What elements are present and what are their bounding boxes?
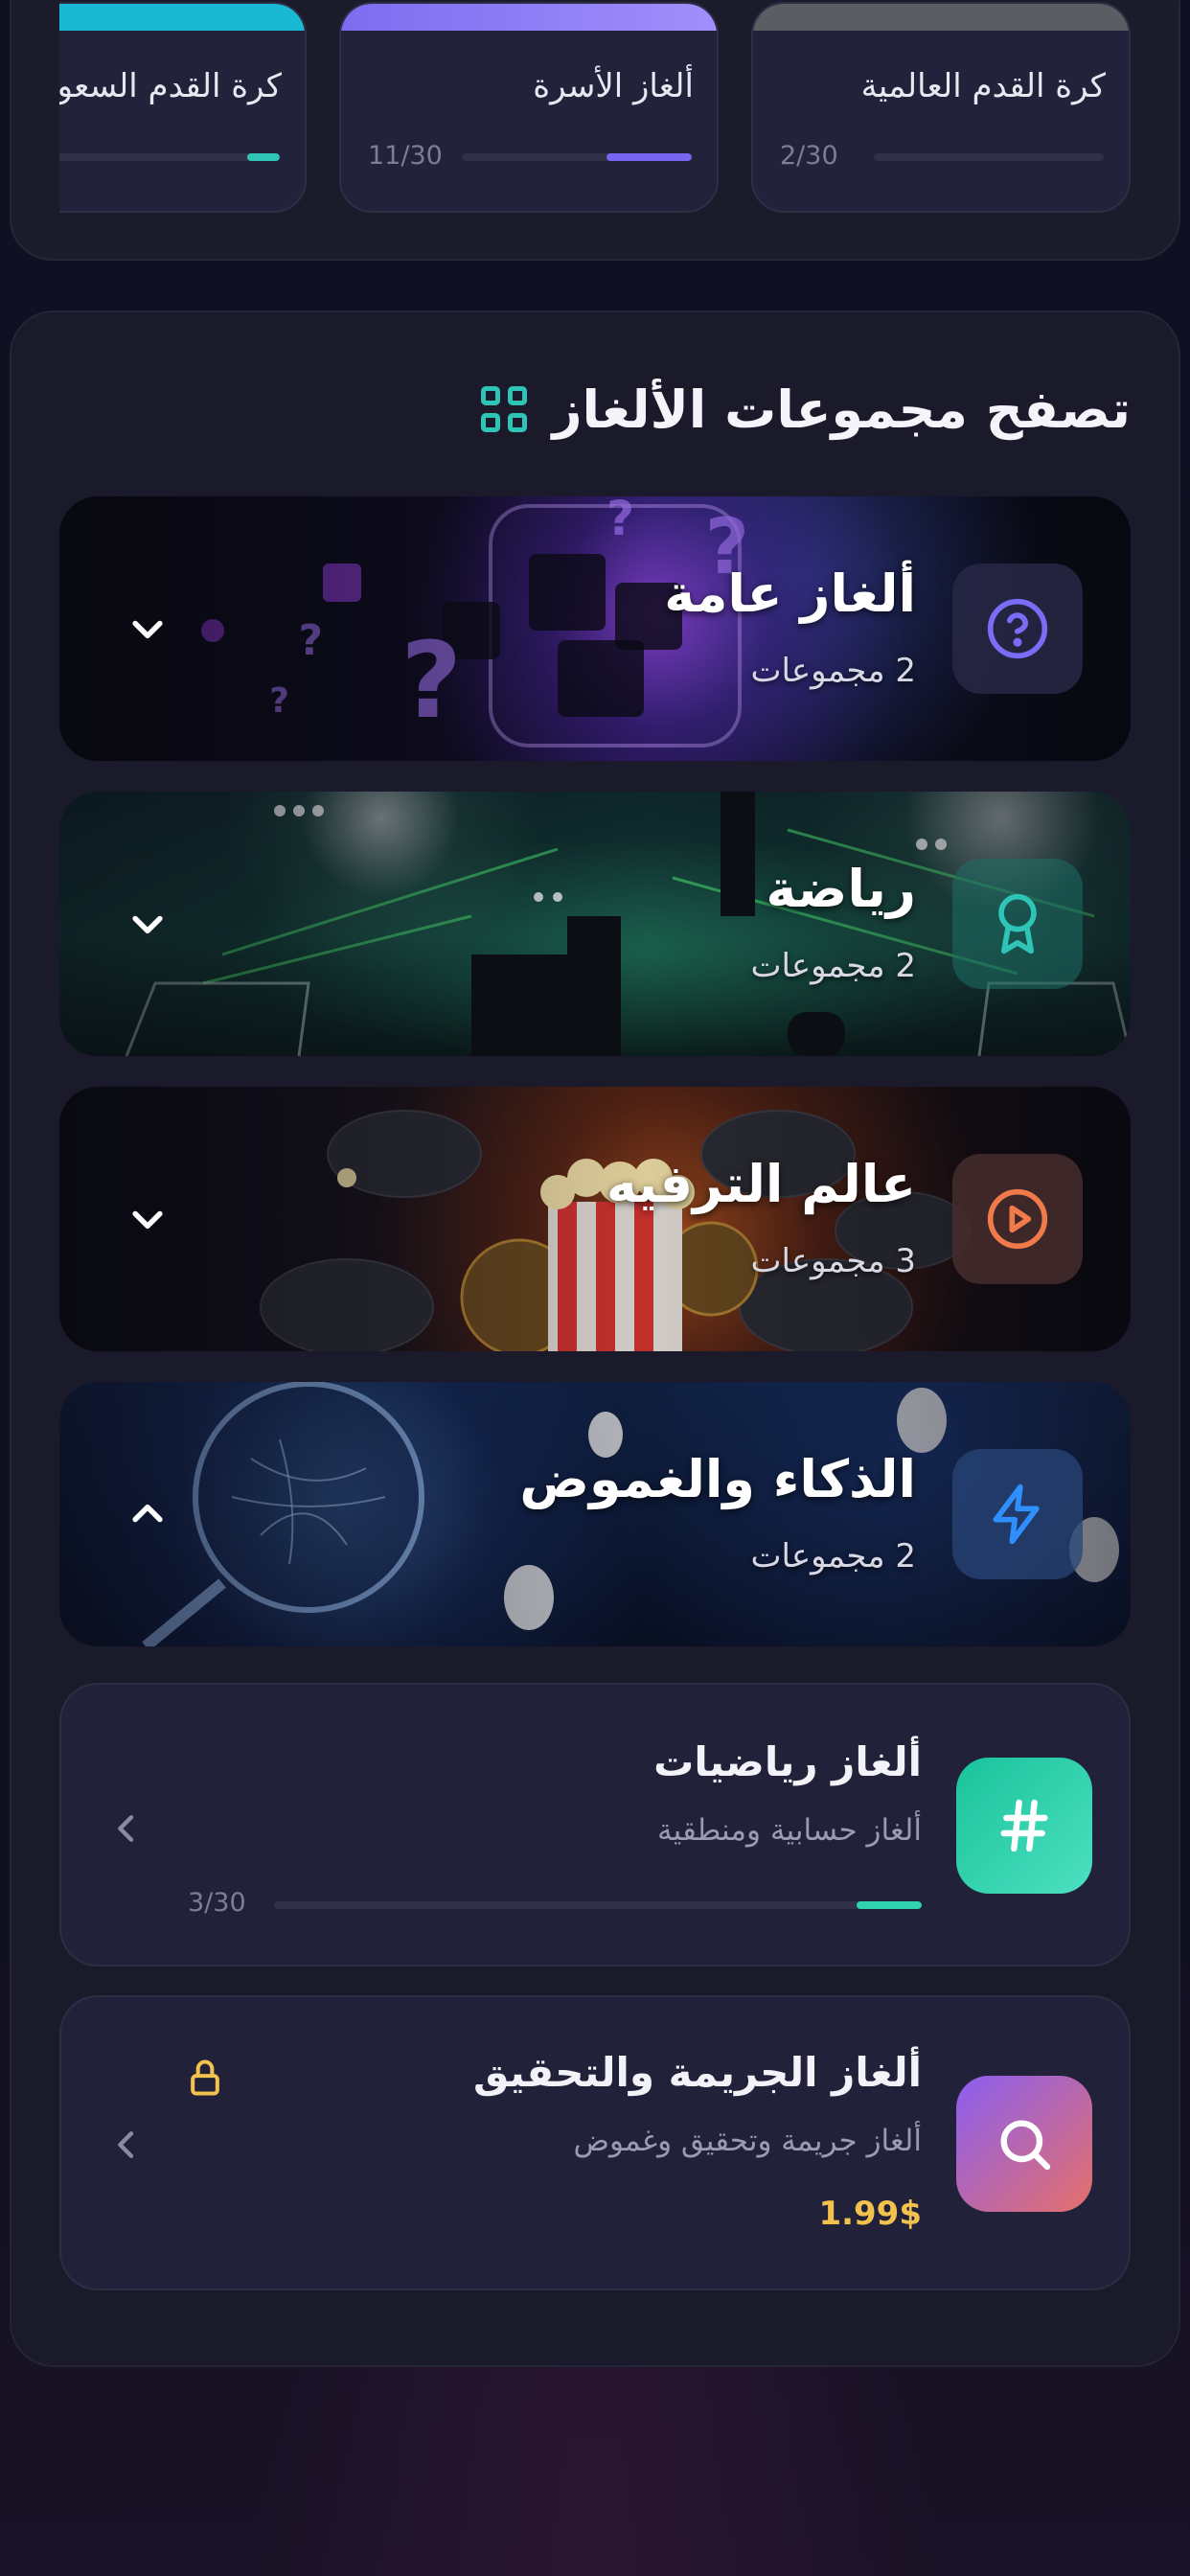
question-icon — [952, 564, 1083, 694]
category-title: الذكاء والغموض — [519, 1449, 916, 1509]
lock-icon — [184, 2057, 226, 2103]
browse-header: تصفح مجموعات الألغاز — [481, 376, 1131, 443]
category-entertainment[interactable]: عالم الترفيه 3 مجموعات — [59, 1087, 1131, 1351]
progress-bar — [462, 153, 692, 161]
play-circle-icon — [952, 1154, 1083, 1284]
recent-card-family-puzzles[interactable]: ألغاز الأسرة 11/30 — [339, 2, 719, 213]
recent-card-banner — [753, 4, 1129, 31]
recent-card-banner — [59, 4, 305, 31]
chevron-down-icon[interactable] — [119, 895, 176, 953]
price-label: 1.99$ — [818, 2195, 922, 2233]
recent-card-title: كرة القدم العالمية — [860, 67, 1106, 105]
category-count: 3 مجموعات — [750, 1242, 916, 1280]
category-count: 2 مجموعات — [750, 1537, 916, 1576]
recent-card-title: ألغاز الأسرة — [533, 67, 694, 105]
category-title: رياضة — [766, 859, 916, 919]
group-title: ألغاز الجريمة والتحقيق — [473, 2049, 922, 2096]
group-subtitle: ألغاز جريمة وتحقيق وغموض — [573, 2124, 922, 2158]
category-count: 2 مجموعات — [750, 652, 916, 690]
group-title: ألغاز رياضيات — [653, 1738, 922, 1785]
category-sports[interactable]: رياضة 2 مجموعات — [59, 792, 1131, 1056]
progress-bar — [274, 1901, 922, 1909]
progress-bar — [874, 153, 1104, 161]
group-subtitle: ألغاز حسابية ومنطقية — [656, 1813, 922, 1848]
category-title: ألغاز عامة — [664, 564, 916, 624]
chevron-up-icon[interactable] — [119, 1485, 176, 1543]
recent-card-saudi-football[interactable]: كرة القدم السعودية — [59, 2, 307, 213]
browse-panel: تصفح مجموعات الألغاز ? ? ? ? ? — [10, 310, 1180, 2367]
progress-bar — [59, 153, 280, 161]
progress-count: 11/30 — [368, 141, 443, 171]
group-math-puzzles[interactable]: ألغاز رياضيات ألغاز حسابية ومنطقية 3/30 — [59, 1683, 1131, 1966]
recent-card-title: كرة القدم السعودية — [59, 67, 282, 105]
chevron-left-icon — [107, 1809, 146, 1848]
hash-icon — [956, 1758, 1092, 1894]
category-title: عالم الترفيه — [606, 1154, 916, 1214]
recent-cards-scroller[interactable]: كرة القدم العالمية 2/30 ألغاز الأسرة 11/… — [59, 2, 1131, 213]
recent-card-world-football[interactable]: كرة القدم العالمية 2/30 — [751, 2, 1131, 213]
lightning-icon — [952, 1449, 1083, 1579]
search-icon — [956, 2076, 1092, 2212]
award-ribbon-icon — [952, 859, 1083, 989]
recent-panel: كرة القدم العالمية 2/30 ألغاز الأسرة 11/… — [10, 0, 1180, 261]
progress-count: 3/30 — [188, 1888, 246, 1918]
progress-count: 2/30 — [780, 141, 838, 171]
group-crime-investigation[interactable]: ألغاز الجريمة والتحقيق ألغاز جريمة وتحقي… — [59, 1995, 1131, 2290]
chevron-down-icon[interactable] — [119, 1190, 176, 1248]
category-intelligence-mystery[interactable]: الذكاء والغموض 2 مجموعات — [59, 1382, 1131, 1646]
category-count: 2 مجموعات — [750, 947, 916, 985]
section-title: تصفح مجموعات الألغاز — [552, 379, 1131, 440]
grid-icon — [481, 386, 528, 432]
recent-card-banner — [341, 4, 717, 31]
category-general-puzzles[interactable]: ? ? ? ? ? ألغاز عامة 2 مجموعات — [59, 496, 1131, 761]
chevron-left-icon — [107, 2126, 146, 2164]
chevron-down-icon[interactable] — [119, 600, 176, 657]
